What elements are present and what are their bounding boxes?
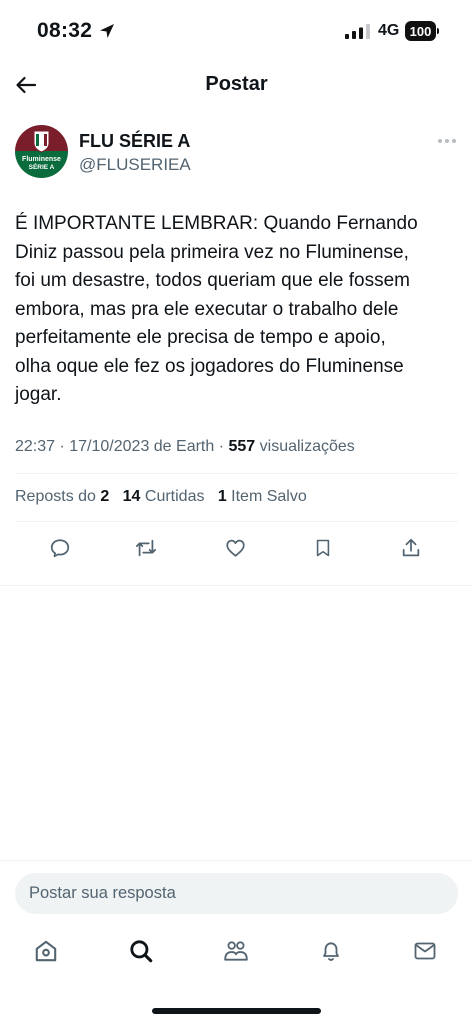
more-options-button[interactable] <box>435 132 459 150</box>
repost-icon <box>135 539 157 557</box>
share-button[interactable] <box>396 533 426 563</box>
reposts-count: 2 <box>100 488 110 505</box>
likes-label: Curtidas <box>140 488 205 505</box>
reposts-label: Reposts do <box>15 488 101 505</box>
views-count: 557 <box>228 438 256 455</box>
saves-label: Item Salvo <box>226 488 307 505</box>
avatar-text-line-1: Fluminense <box>22 156 61 163</box>
reply-button[interactable] <box>45 533 75 563</box>
network-type: 4G <box>378 22 400 39</box>
messages-icon <box>414 942 436 960</box>
page-title: Postar <box>205 73 268 95</box>
reply-placeholder: Postar sua resposta <box>29 884 176 902</box>
bookmark-icon <box>316 539 330 557</box>
avatar[interactable]: Fluminense SÉRIE A <box>15 125 68 178</box>
post-text-line: foi um desastre, todos queriam que ele f… <box>15 270 410 291</box>
home-indicator <box>152 1008 321 1014</box>
fluminense-logo: Fluminense SÉRIE A <box>15 125 68 178</box>
status-bar: 08:32 4G 100 <box>0 0 473 62</box>
saves-count: 1 <box>217 488 227 505</box>
post-text-line: jogar. <box>15 384 62 405</box>
comment-icon <box>50 539 70 558</box>
post-text-line: olha oque ele fez os jogadores do Flumin… <box>15 355 404 377</box>
likes-stat[interactable]: 14 Curtidas <box>123 488 205 505</box>
communities-icon <box>224 941 248 961</box>
post-timestamp[interactable]: 22:37 · 17/10/2023 de Earth · <box>15 438 228 455</box>
reposts-stat[interactable]: Reposts do 2 <box>15 488 109 505</box>
views-label: visualizações <box>255 438 355 455</box>
post-text-line: perfeitamente ele precisa de tempo e apo… <box>15 327 386 348</box>
author-handle[interactable]: @FLUSERIEA <box>79 155 191 175</box>
bottom-nav <box>0 936 473 976</box>
notifications-icon <box>323 942 339 961</box>
repost-button[interactable] <box>131 533 161 563</box>
more-dot <box>445 139 449 143</box>
more-dot <box>452 139 456 143</box>
search-icon <box>130 940 153 963</box>
post-stats: Reposts do 2 14 Curtidas 1 Item Salvo <box>15 488 307 506</box>
nav-communities[interactable] <box>221 936 251 966</box>
top-header: Postar <box>0 62 473 108</box>
share-icon <box>402 538 420 557</box>
nav-search[interactable] <box>126 936 156 966</box>
battery-tip <box>437 28 439 34</box>
action-bar <box>0 533 473 563</box>
location-arrow-icon <box>100 24 114 38</box>
author-name[interactable]: FLU SÉRIE A <box>79 131 190 152</box>
battery-icon: 100 <box>405 21 439 41</box>
nav-home[interactable] <box>31 936 61 966</box>
status-time: 08:32 <box>37 19 93 42</box>
section-divider <box>0 585 473 586</box>
nav-notifications[interactable] <box>316 936 346 966</box>
heart-icon <box>225 539 245 557</box>
divider <box>15 521 458 522</box>
home-icon <box>35 940 57 962</box>
more-dot <box>438 139 442 143</box>
reply-input[interactable]: Postar sua resposta <box>15 873 458 914</box>
cellular-signal-icon <box>345 24 370 39</box>
like-button[interactable] <box>220 533 250 563</box>
post-text-line: Diniz passou pela primeira vez no Flumin… <box>15 241 409 263</box>
battery-level: 100 <box>405 21 436 41</box>
reply-divider <box>0 860 473 861</box>
bookmark-button[interactable] <box>308 533 338 563</box>
nav-messages[interactable] <box>410 936 440 966</box>
post-text-line: embora, mas pra ele executar o trabalho … <box>15 298 399 320</box>
likes-count: 14 <box>122 488 141 505</box>
post-text: É IMPORTANTE LEMBRAR: Quando Fernando Di… <box>15 210 463 410</box>
divider <box>15 473 458 474</box>
avatar-text-line-2: SÉRIE A <box>29 162 55 171</box>
saves-stat[interactable]: 1 Item Salvo <box>218 488 307 505</box>
post-meta: 22:37 · 17/10/2023 de Earth · 557 visual… <box>15 438 355 456</box>
post-text-line: É IMPORTANTE LEMBRAR: Quando Fernando <box>15 213 418 234</box>
